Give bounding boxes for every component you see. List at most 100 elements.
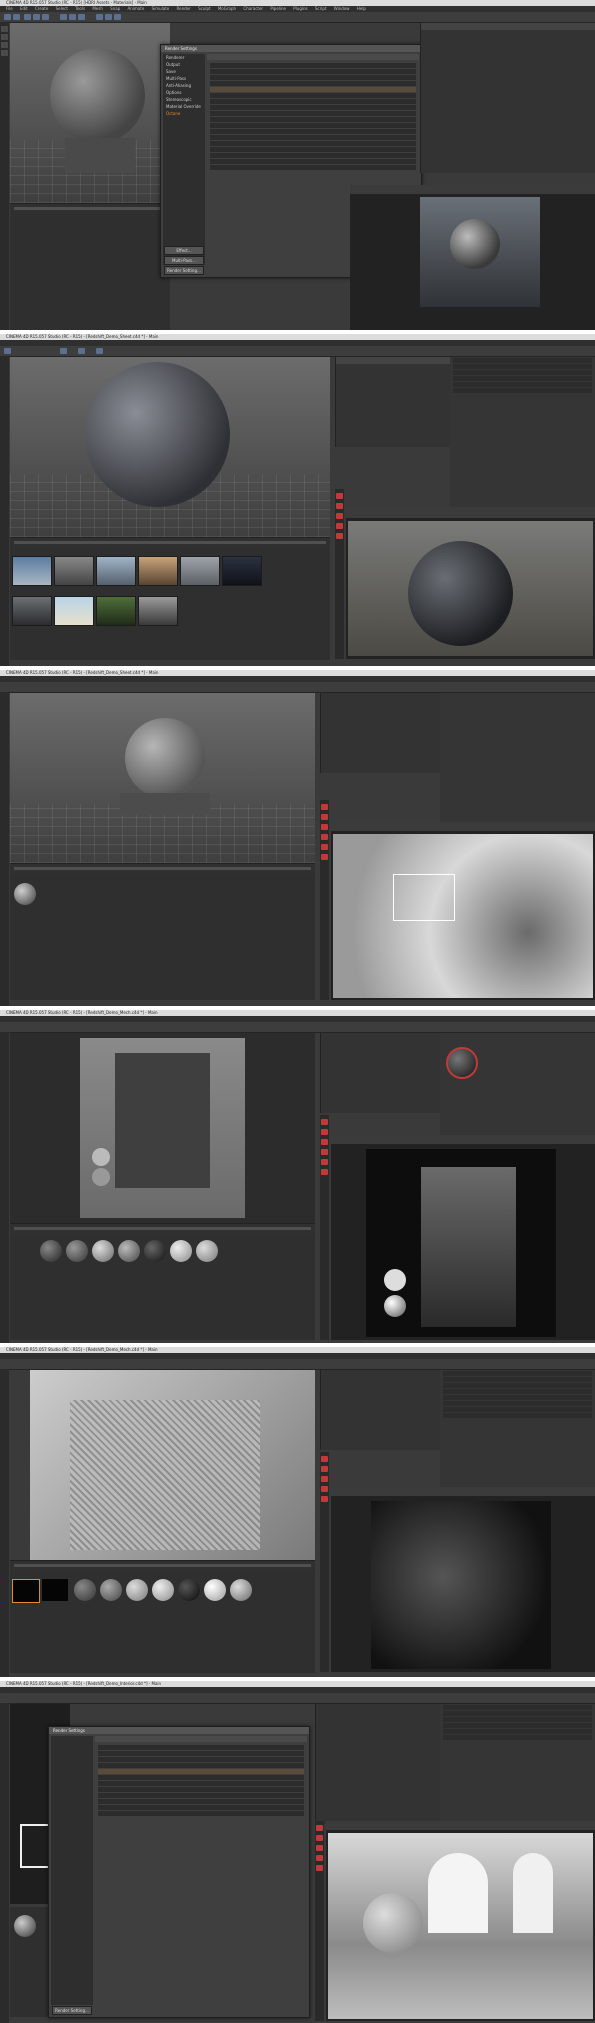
sphere-object[interactable] <box>85 362 230 507</box>
timeline[interactable] <box>10 1560 315 1573</box>
material-swatch[interactable] <box>42 1579 68 1601</box>
sphere-object[interactable] <box>92 1168 110 1186</box>
field[interactable] <box>443 1735 592 1740</box>
field[interactable] <box>210 147 416 152</box>
timeline[interactable] <box>10 203 170 216</box>
settings-item[interactable]: Options <box>163 89 205 96</box>
viewport[interactable] <box>10 357 330 537</box>
settings-item[interactable]: Renderer <box>163 54 205 61</box>
light-icon[interactable] <box>114 14 121 20</box>
field[interactable] <box>443 1377 592 1382</box>
material-swatch[interactable] <box>14 883 36 905</box>
material-swatch[interactable] <box>126 1579 148 1601</box>
menu-sculpt[interactable]: Sculpt <box>198 6 211 11</box>
material-swatch[interactable] <box>204 1579 226 1601</box>
field[interactable] <box>443 1407 592 1412</box>
field[interactable] <box>210 129 416 134</box>
field[interactable] <box>210 93 416 98</box>
field[interactable] <box>443 1413 592 1418</box>
viewport[interactable] <box>10 1370 315 1560</box>
field[interactable] <box>98 1769 304 1774</box>
render-view-icon[interactable] <box>60 14 67 20</box>
settings-item[interactable]: Output <box>163 61 205 68</box>
pedestal-object[interactable] <box>120 793 210 815</box>
redshift-icon[interactable] <box>321 1476 328 1482</box>
scale-icon[interactable] <box>33 14 40 20</box>
material-swatch[interactable] <box>118 1240 140 1262</box>
field[interactable] <box>210 63 416 68</box>
redshift-icon[interactable] <box>321 804 328 810</box>
menu-pipeline[interactable]: Pipeline <box>270 6 286 11</box>
field[interactable] <box>98 1763 304 1768</box>
field[interactable] <box>98 1745 304 1750</box>
redshift-icon[interactable] <box>321 834 328 840</box>
settings-item[interactable]: Save <box>163 68 205 75</box>
hdri-thumbnail[interactable] <box>96 556 136 586</box>
field[interactable] <box>443 1383 592 1388</box>
redshift-icon[interactable] <box>321 1159 328 1165</box>
menu-help[interactable]: Help <box>357 6 366 11</box>
undo-icon[interactable] <box>4 348 11 354</box>
menu-snap[interactable]: Snap <box>110 6 120 11</box>
hdri-thumbnail[interactable] <box>12 556 52 586</box>
material-swatch[interactable] <box>100 1579 122 1601</box>
redshift-icon[interactable] <box>321 814 328 820</box>
timeline[interactable] <box>10 1223 315 1236</box>
field[interactable] <box>98 1805 304 1810</box>
hdri-thumbnail[interactable] <box>180 556 220 586</box>
redshift-icon[interactable] <box>321 1139 328 1145</box>
move-icon[interactable] <box>24 14 31 20</box>
settings-tabs[interactable] <box>95 1736 307 1742</box>
field[interactable] <box>210 75 416 80</box>
settings-item[interactable]: Anti-Aliasing <box>163 82 205 89</box>
render-setting-button[interactable]: Render Setting... <box>52 2006 92 2015</box>
hdri-thumbnail[interactable] <box>54 556 94 586</box>
material-swatch[interactable] <box>196 1240 218 1262</box>
sphere-object[interactable] <box>50 48 145 143</box>
field[interactable] <box>98 1781 304 1786</box>
material-swatch[interactable] <box>66 1240 88 1262</box>
hdri-thumbnail[interactable] <box>12 596 52 626</box>
field[interactable] <box>210 69 416 74</box>
hdri-thumbnail[interactable] <box>54 596 94 626</box>
field[interactable] <box>443 1717 592 1722</box>
mech-closeup[interactable] <box>70 1400 260 1550</box>
field[interactable] <box>210 111 416 116</box>
field[interactable] <box>98 1799 304 1804</box>
menu-window[interactable]: Window <box>334 6 350 11</box>
field[interactable] <box>210 135 416 140</box>
redshift-icon[interactable] <box>316 1845 323 1851</box>
redshift-icon[interactable] <box>321 1149 328 1155</box>
material-swatch[interactable] <box>178 1579 200 1601</box>
redshift-icon[interactable] <box>321 1169 328 1175</box>
menu-simulate[interactable]: Simulate <box>152 6 170 11</box>
redshift-icon[interactable] <box>336 523 343 529</box>
field[interactable] <box>453 358 592 363</box>
redshift-icon[interactable] <box>321 1486 328 1492</box>
render-setting-button[interactable]: Render Setting... <box>164 266 204 275</box>
viewport[interactable] <box>10 693 315 863</box>
field[interactable] <box>453 364 592 369</box>
field[interactable] <box>443 1729 592 1734</box>
hdri-thumbnail[interactable] <box>222 556 262 586</box>
field[interactable] <box>210 123 416 128</box>
redshift-icon[interactable] <box>321 1496 328 1502</box>
field[interactable] <box>210 153 416 158</box>
redshift-icon[interactable] <box>321 1456 328 1462</box>
field[interactable] <box>443 1711 592 1716</box>
material-swatch[interactable] <box>74 1579 96 1601</box>
field[interactable] <box>453 382 592 387</box>
field[interactable] <box>210 117 416 122</box>
redshift-icon[interactable] <box>316 1855 323 1861</box>
field[interactable] <box>210 165 416 170</box>
render-settings-icon[interactable] <box>78 348 85 354</box>
field[interactable] <box>98 1793 304 1798</box>
menu-mograph[interactable]: MoGraph <box>218 6 236 11</box>
field[interactable] <box>453 376 592 381</box>
field[interactable] <box>98 1787 304 1792</box>
redshift-icon[interactable] <box>336 533 343 539</box>
viewport[interactable] <box>10 1033 315 1223</box>
redshift-icon[interactable] <box>336 503 343 509</box>
sphere-object[interactable] <box>92 1148 110 1166</box>
rotate-icon[interactable] <box>42 14 49 20</box>
